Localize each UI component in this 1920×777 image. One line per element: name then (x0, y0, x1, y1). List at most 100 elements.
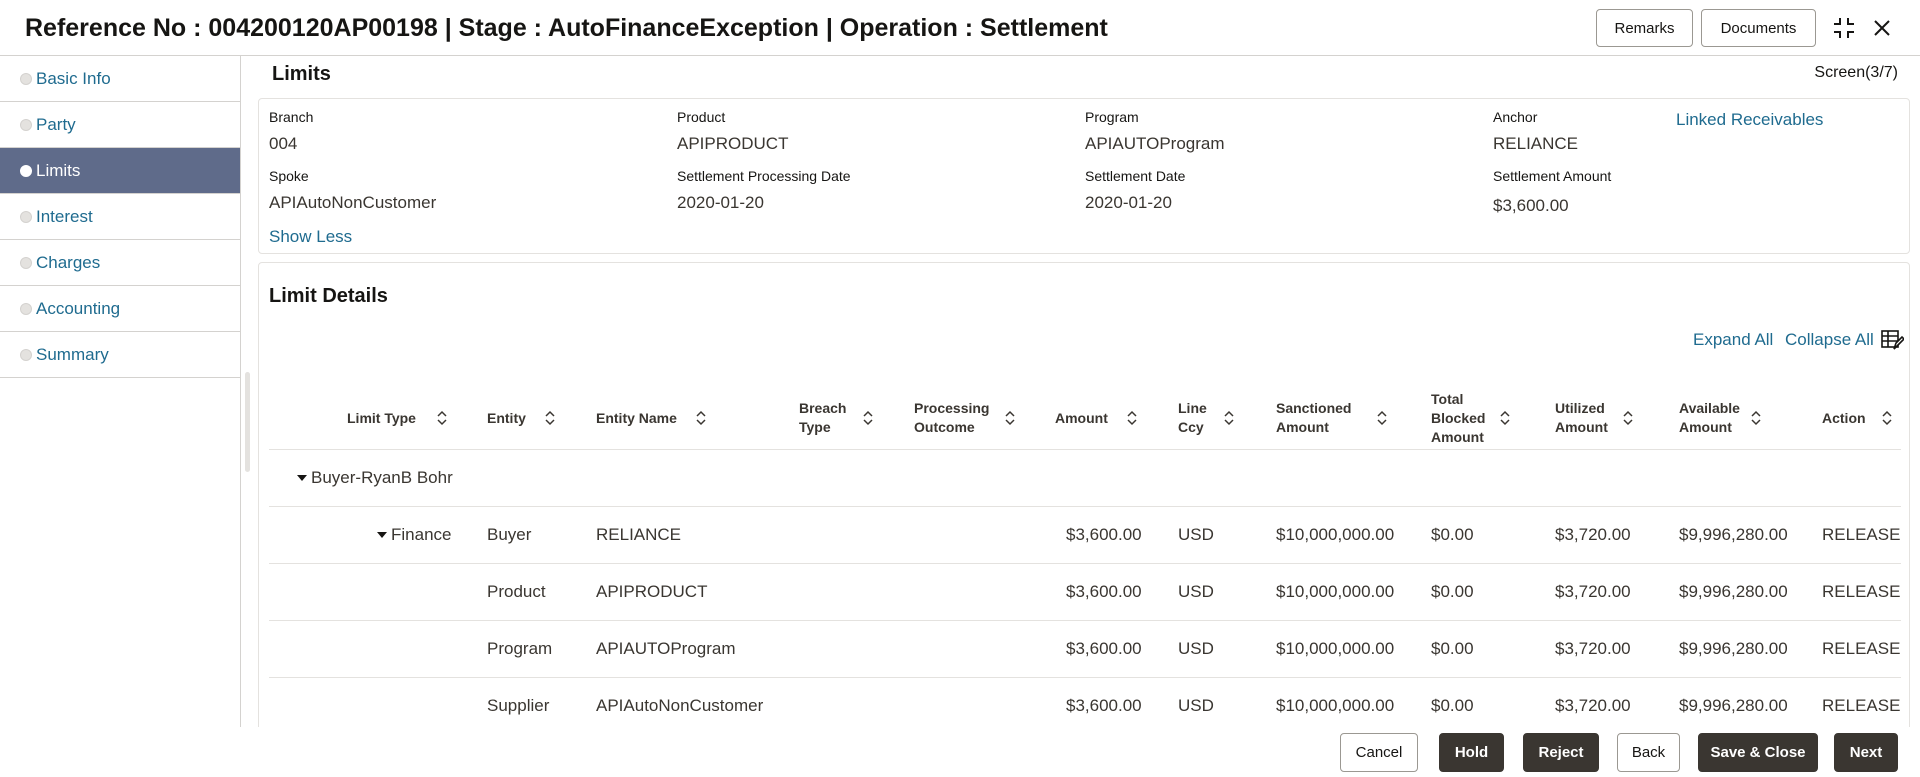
step-dot-icon (20, 118, 32, 131)
sidebar-item-charges[interactable]: Charges (0, 240, 240, 286)
group-label: Buyer-RyanB Bohr (311, 468, 453, 487)
cell-sanctioned-amount: $10,000,000.00 (1276, 639, 1395, 658)
settlement-date-value: 2020-01-20 (1085, 193, 1172, 212)
program-value: APIAUTOProgram (1085, 134, 1225, 153)
table-group-row[interactable]: Buyer-RyanB Bohr (269, 450, 1901, 507)
table-settings-icon[interactable] (1880, 328, 1906, 352)
col-entity[interactable]: Entity (487, 386, 526, 450)
save-close-button[interactable]: Save & Close (1698, 733, 1818, 772)
col-entity-name[interactable]: Entity Name (596, 386, 677, 450)
cell-sanctioned-amount: $10,000,000.00 (1276, 582, 1395, 601)
settlement-amount-label: Settlement Amount (1493, 168, 1612, 184)
sort-icon[interactable] (695, 409, 707, 427)
remarks-button[interactable]: Remarks (1596, 9, 1693, 47)
branch-value: 004 (269, 134, 298, 153)
expand-all-link[interactable]: Expand All (1693, 330, 1773, 350)
sidebar-item-summary[interactable]: Summary (0, 332, 240, 378)
limits-info-card: Branch 004 Product APIPRODUCT Program AP… (258, 98, 1910, 254)
cell-entity-name: APIAUTOProgram (596, 639, 736, 658)
next-button[interactable]: Next (1834, 733, 1898, 772)
minimize-icon[interactable] (1828, 12, 1860, 44)
settlement-processing-date-value: 2020-01-20 (677, 193, 764, 212)
subgroup-label: Finance (391, 525, 452, 544)
header-bar: Reference No : 004200120AP00198 | Stage … (0, 0, 1920, 56)
cancel-button[interactable]: Cancel (1340, 733, 1418, 772)
panel-resize-handle[interactable] (245, 372, 250, 472)
sort-icon[interactable] (1499, 409, 1511, 427)
cell-entity-name: APIPRODUCT (596, 582, 708, 601)
col-breach-type[interactable]: Breach Type (799, 386, 854, 450)
cell-entity-name: APIAutoNonCustomer (596, 696, 764, 715)
sidebar-item-label: Accounting (36, 298, 121, 318)
close-icon[interactable] (1866, 12, 1898, 44)
cell-action: RELEASE (1822, 696, 1901, 715)
sort-icon[interactable] (436, 409, 448, 427)
caret-down-icon[interactable] (377, 532, 387, 538)
sidebar-item-basic-info[interactable]: Basic Info (0, 56, 240, 102)
sidebar-item-accounting[interactable]: Accounting (0, 286, 240, 332)
anchor-value: RELIANCE (1493, 134, 1579, 153)
sidebar-item-label: Party (36, 114, 76, 134)
sort-icon[interactable] (1622, 409, 1634, 427)
sidebar-item-interest[interactable]: Interest (0, 194, 240, 240)
sort-icon[interactable] (1004, 409, 1016, 427)
col-line-ccy[interactable]: Line Ccy (1178, 386, 1218, 450)
cell-entity: Product (487, 582, 546, 601)
cell-utilized-amount: $3,720.00 (1555, 696, 1631, 715)
step-dot-icon (20, 348, 32, 361)
col-amount[interactable]: Amount (1055, 386, 1108, 450)
cell-utilized-amount: $3,720.00 (1555, 582, 1631, 601)
sort-icon[interactable] (544, 409, 556, 427)
settlement-amount-value: $3,600.00 (1493, 196, 1569, 215)
show-less-link[interactable]: Show Less (269, 227, 352, 247)
cell-amount: $3,600.00 (1066, 582, 1142, 601)
table-row[interactable]: Product APIPRODUCT $3,600.00 USD $10,000… (269, 564, 1901, 621)
program-label: Program (1085, 109, 1139, 125)
sort-icon[interactable] (1750, 409, 1762, 427)
cell-entity-name: RELIANCE (596, 525, 682, 544)
subgroup-toggle[interactable]: Finance (377, 507, 451, 563)
sort-icon[interactable] (862, 409, 874, 427)
group-toggle[interactable]: Buyer-RyanB Bohr (297, 450, 453, 506)
caret-down-icon[interactable] (297, 475, 307, 481)
table-row[interactable]: Program APIAUTOProgram $3,600.00 USD $10… (269, 621, 1901, 678)
product-value: APIPRODUCT (677, 134, 789, 153)
sort-icon[interactable] (1376, 409, 1388, 427)
sidebar-item-label: Basic Info (36, 68, 111, 88)
col-action[interactable]: Action (1822, 386, 1866, 450)
cell-total-blocked-amount: $0.00 (1431, 639, 1474, 658)
linked-receivables-link[interactable]: Linked Receivables (1676, 110, 1823, 130)
table-row[interactable]: Finance Buyer RELIANCE $3,600.00 USD $10… (269, 507, 1901, 564)
sort-icon[interactable] (1881, 409, 1893, 427)
reject-button[interactable]: Reject (1523, 733, 1599, 772)
col-total-blocked-amount[interactable]: Total Blocked Amount (1431, 386, 1491, 450)
sidebar-item-limits[interactable]: Limits (0, 148, 240, 194)
col-limit-type[interactable]: Limit Type (347, 386, 416, 450)
sort-icon[interactable] (1223, 409, 1235, 427)
col-processing-outcome[interactable]: Processing Outcome (914, 386, 1004, 450)
hold-button[interactable]: Hold (1439, 733, 1504, 772)
sidebar-item-label: Interest (36, 206, 93, 226)
back-button[interactable]: Back (1617, 733, 1680, 772)
sort-icon[interactable] (1126, 409, 1138, 427)
documents-button[interactable]: Documents (1701, 9, 1816, 47)
step-dot-icon (20, 210, 32, 223)
footer-action-bar: Cancel Hold Reject Back Save & Close Nex… (0, 727, 1920, 777)
sidebar-item-label: Summary (36, 344, 109, 364)
sidebar-nav: Basic Info Party Limits Interest Charges… (0, 56, 241, 727)
sidebar-item-party[interactable]: Party (0, 102, 240, 148)
page-title: Reference No : 004200120AP00198 | Stage … (25, 14, 1108, 42)
cell-total-blocked-amount: $0.00 (1431, 525, 1474, 544)
collapse-all-link[interactable]: Collapse All (1785, 330, 1874, 350)
cell-entity: Program (487, 639, 553, 658)
col-utilized-amount[interactable]: Utilized Amount (1555, 386, 1615, 450)
cell-amount: $3,600.00 (1066, 696, 1142, 715)
spoke-value: APIAutoNonCustomer (269, 193, 437, 212)
col-available-amount[interactable]: Available Amount (1679, 386, 1749, 450)
cell-entity: Supplier (487, 696, 550, 715)
cell-available-amount: $9,996,280.00 (1679, 696, 1788, 715)
col-sanctioned-amount[interactable]: Sanctioned Amount (1276, 386, 1366, 450)
step-dot-icon (20, 72, 32, 85)
cell-action: RELEASE (1822, 525, 1901, 544)
cell-available-amount: $9,996,280.00 (1679, 639, 1788, 658)
